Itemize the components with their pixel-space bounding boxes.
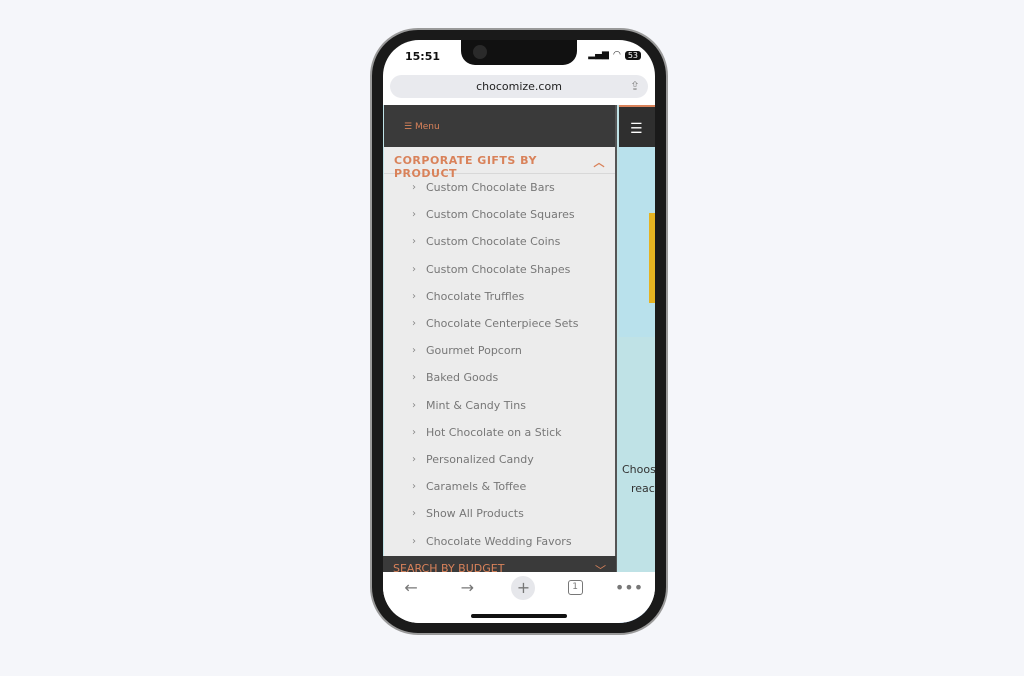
chevron-right-icon: › [412,263,416,275]
forward-icon[interactable]: → [455,576,479,600]
menu-item[interactable]: › Custom Chocolate Squares [384,201,615,228]
menu-item[interactable]: › Gourmet Popcorn [384,337,615,364]
notch [461,40,577,65]
menu-item[interactable]: › Hot Chocolate on a Stick [384,419,615,446]
chevron-down-icon: ﹀ [595,564,606,577]
share-icon[interactable]: ⇪ [630,75,640,98]
chevron-right-icon: › [412,345,416,357]
menu-item[interactable]: › Custom Chocolate Coins [384,228,615,255]
menu-drawer: ☰ Menu CORPORATE GIFTS BY PRODUCT ︿ › Cust… [384,105,617,572]
new-tab-icon[interactable]: + [511,576,536,600]
menu-item[interactable]: › Chocolate Centerpiece Sets [384,310,615,337]
chevron-right-icon: › [412,182,416,194]
menu-item[interactable]: › Mint & Candy Tins [384,392,615,419]
menu-item[interactable]: › Chocolate Wedding Favors [384,527,615,554]
menu-item[interactable]: › Custom Chocolate Shapes [384,256,615,283]
menu-item[interactable]: › Personalized Candy [384,446,615,473]
chevron-right-icon: › [412,399,416,411]
status-time: 15:51 [405,50,441,63]
product-image [649,213,655,303]
chevron-right-icon: › [412,209,416,221]
menu-icon: ☰ [404,122,413,132]
battery-icon: 53 [624,50,641,60]
chevron-right-icon: › [412,426,416,438]
chevron-right-icon: › [412,290,416,302]
url-text: chocomize.com [476,80,562,93]
tabs-button[interactable]: 1 [567,580,583,595]
chevron-right-icon: › [412,318,416,330]
wifi-icon: ◠ [612,50,621,60]
menu-item[interactable]: › Chocolate Truffles [384,283,615,310]
page-text: Choos reac [622,463,655,495]
chevron-right-icon: › [412,481,416,493]
status-icons: ▂▄▆ ◠ 53 [588,50,641,60]
chevron-up-icon: ︿ [593,156,605,169]
menu-label: Menu [414,122,440,132]
chevron-right-icon: › [412,535,416,547]
chevron-right-icon: › [412,453,416,465]
site-header: ☰ [619,105,655,147]
chevron-right-icon: › [412,508,416,520]
signal-icon: ▂▄▆ [588,50,609,60]
chevron-right-icon: › [412,236,416,248]
chevron-right-icon: › [412,372,416,384]
hamburger-icon[interactable]: ☰ [630,121,643,137]
home-indicator [471,614,567,618]
menu-item[interactable]: › Baked Goods [384,364,615,391]
more-icon[interactable]: ••• [615,576,643,600]
menu-header[interactable]: ☰ Menu [384,105,615,147]
web-page: ☰ Choos reac ☰ Menu CORPORATE GIFTS BY PR… [383,105,655,623]
menu-item[interactable]: › Caramels & Toffee [384,473,615,500]
menu-item[interactable]: › Show All Products [384,500,615,527]
back-icon[interactable]: ← [399,576,423,600]
category-corporate-gifts[interactable]: CORPORATE GIFTS BY PRODUCT ︿ [384,147,615,180]
camera-icon [473,45,487,59]
phone-screen: 15:51 ▂▄▆ ◠ 53 chocomize.com ⇪ ☰ Choos reac … [383,40,655,623]
address-bar[interactable]: chocomize.com ⇪ [390,75,648,98]
